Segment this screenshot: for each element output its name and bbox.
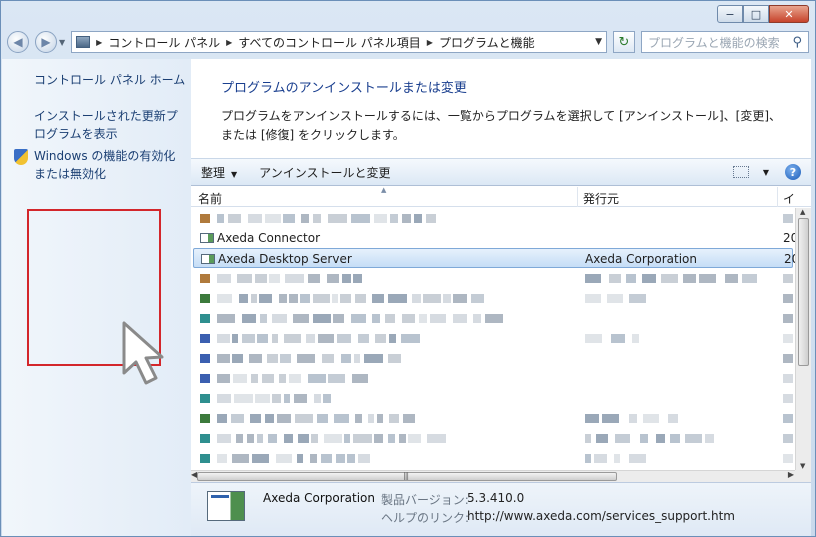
column-name[interactable]: 名前 [198,190,222,207]
window-controls: − □ ✕ [717,5,809,23]
sidebar-item-control-panel-home[interactable]: コントロール パネル ホーム [34,71,185,89]
list-item-obscured[interactable] [193,388,793,408]
column-installed-on[interactable]: イ [783,190,795,207]
list-item-obscured[interactable] [193,288,793,308]
shield-icon [14,149,28,165]
breadcrumb-all-items[interactable]: すべてのコントロール パネル項目 [238,34,421,51]
scroll-up-icon[interactable]: ▲ [800,208,805,216]
forward-button[interactable]: ▶ [35,31,57,53]
forward-arrow-icon: ▶ [41,35,51,49]
list-item-selected[interactable]: Axeda Desktop Server Axeda Corporation 2… [193,248,795,268]
breadcrumb-separator-icon[interactable]: ▶ [96,38,102,47]
program-list: Axeda Connector 20 Axeda Desktop Server … [191,208,795,470]
list-item-obscured[interactable] [193,368,793,388]
breadcrumb-programs-features[interactable]: プログラムと機能 [439,34,535,51]
sidebar-item-view-installed-updates[interactable]: インストールされた更新プログラムを表示 [34,107,186,143]
page-title: プログラムのアンインストールまたは変更 [221,81,467,96]
list-item-obscured[interactable] [193,308,793,328]
list-item-obscured[interactable] [193,448,793,468]
main-content: プログラムのアンインストールまたは変更 プログラムをアンインストールするには、一… [191,59,811,536]
horizontal-scroll-thumb[interactable]: ||| [197,471,617,481]
refresh-icon: ↻ [618,34,630,50]
application-icon [201,254,215,264]
column-header: ▲ 名前 発行元 イ [191,186,811,207]
refresh-button[interactable]: ↻ [613,31,635,53]
details-view-icon [732,166,749,178]
details-version-label: 製品バージョン: [381,493,469,507]
sort-ascending-icon: ▲ [381,186,387,194]
vertical-scroll-thumb[interactable] [798,218,809,366]
details-pane: Axeda Corporation 製品バージョン: 5.3.410.0 ヘルプ… [191,482,811,536]
details-help-label: ヘルプのリンク: [381,511,470,525]
details-help-link[interactable]: http://www.axeda.com/services_support.ht… [467,509,735,523]
address-bar[interactable]: ▶ コントロール パネル ▶ すべてのコントロール パネル項目 ▶ プログラムと… [71,31,607,53]
list-item-obscured[interactable] [193,328,793,348]
help-icon[interactable]: ? [785,164,801,180]
maximize-button[interactable]: □ [743,5,769,23]
program-publisher: Axeda Corporation [585,252,697,266]
horizontal-scrollbar[interactable]: ◀ ||| ▶ [191,470,795,482]
breadcrumb-control-panel[interactable]: コントロール パネル [108,34,220,51]
back-button[interactable]: ◀ [7,31,29,53]
close-button[interactable]: ✕ [769,5,809,23]
list-item-obscured[interactable] [193,208,793,228]
program-installed-on: 20 [783,231,795,245]
application-icon [200,233,214,243]
address-dropdown-icon[interactable]: ▼ [595,37,602,47]
breadcrumb-separator-icon[interactable]: ▶ [427,38,433,47]
list-item-obscured[interactable] [193,408,793,428]
scroll-right-icon[interactable]: ▶ [788,470,794,479]
application-icon [207,491,245,521]
search-icon[interactable]: ⚲ [792,35,802,50]
minimize-button[interactable]: − [717,5,743,23]
program-name: Axeda Connector [217,231,321,245]
organize-menu[interactable]: 整理 ▼ [201,164,237,181]
command-bar: 整理 ▼ アンインストールと変更 ▼ ? [191,158,811,186]
list-item-obscured[interactable] [193,268,793,288]
breadcrumb-separator-icon[interactable]: ▶ [226,38,232,47]
programs-and-features-window: − □ ✕ ◀ ▶ ▼ ▶ コントロール パネル ▶ すべてのコントロール パネ… [0,0,816,537]
list-item[interactable]: Axeda Connector 20 [193,228,795,248]
vertical-scrollbar[interactable]: ▲ ▼ [795,208,811,470]
details-company: Axeda Corporation [263,491,375,505]
scroll-down-icon[interactable]: ▼ [800,462,805,470]
recent-pages-dropdown[interactable]: ▼ [59,38,65,47]
program-installed-on: 20 [784,252,795,266]
task-pane: コントロール パネル ホーム インストールされた更新プログラムを表示 Windo… [2,59,191,536]
column-publisher[interactable]: 発行元 [583,190,619,207]
uninstall-change-button[interactable]: アンインストールと変更 [259,164,390,181]
search-placeholder: プログラムと機能の検索 [648,35,780,50]
back-arrow-icon: ◀ [13,35,23,49]
change-view-button[interactable]: ▼ [732,166,769,178]
navigation-bar: ◀ ▶ ▼ ▶ コントロール パネル ▶ すべてのコントロール パネル項目 ▶ … [7,29,809,55]
page-description: プログラムをアンインストールするには、一覧からプログラムを選択して [アンインス… [221,109,782,142]
search-input[interactable]: プログラムと機能の検索 ⚲ [641,31,809,53]
view-dropdown-icon: ▼ [762,167,769,177]
details-version: 5.3.410.0 [467,491,525,505]
program-name: Axeda Desktop Server [218,252,352,266]
mouse-cursor-icon [122,321,164,385]
list-item-obscured[interactable] [193,428,793,448]
sidebar-item-windows-features[interactable]: Windows の機能の有効化または無効化 [34,147,186,183]
control-panel-icon [76,36,91,48]
list-item-obscured[interactable] [193,348,793,368]
